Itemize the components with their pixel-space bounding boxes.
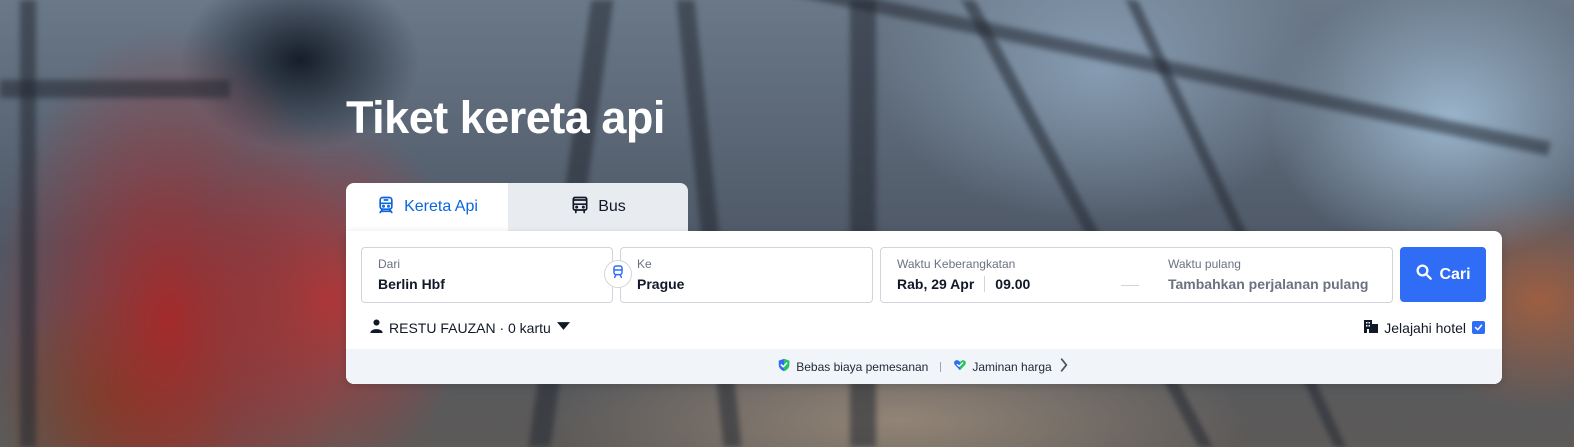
chevron-down-icon: [556, 319, 570, 336]
heart-check-icon: [953, 358, 967, 375]
passenger-label: RESTU FAUZAN · 0 kartu: [389, 319, 551, 336]
bus-icon: [570, 195, 590, 220]
tab-label: Bus: [598, 198, 626, 215]
benefit-label: Bebas biaya pemesanan: [796, 359, 929, 374]
hotel-checkbox[interactable]: [1472, 321, 1485, 334]
hotel-label: Jelajahi hotel: [1384, 319, 1466, 336]
passenger-selector[interactable]: RESTU FAUZAN · 0 kartu: [370, 319, 570, 336]
to-value: Prague: [637, 276, 685, 292]
hotel-icon: [1364, 319, 1379, 336]
departure-label: Waktu Keberangkatan: [897, 257, 1016, 271]
tab-bus[interactable]: Bus: [508, 183, 688, 231]
divider: [984, 276, 986, 292]
search-button-label: Cari: [1439, 265, 1471, 283]
search-card: Dari Berlin Hbf Ke Prague Waktu Keberang…: [346, 231, 1502, 384]
explore-hotel: Jelajahi hotel: [1364, 319, 1485, 336]
return-label: Waktu pulang: [1168, 257, 1241, 271]
chevron-right-icon: [1057, 358, 1071, 375]
to-label: Ke: [637, 257, 652, 271]
date-field: Waktu Keberangkatan Rab, 29 Apr 09.00 Wa…: [880, 247, 1393, 303]
departure-picker[interactable]: Waktu Keberangkatan Rab, 29 Apr 09.00: [897, 257, 1030, 292]
benefit-item: Bebas biaya pemesanan: [777, 358, 928, 375]
page-title: Tiket kereta api: [346, 92, 665, 143]
swap-button[interactable]: [604, 260, 632, 288]
benefits-bar: Bebas biaya pemesanan Jaminan harga: [346, 349, 1502, 384]
return-placeholder: Tambahkan perjalanan pulang: [1168, 276, 1369, 292]
from-label: Dari: [378, 257, 401, 271]
benefit-item[interactable]: Jaminan harga: [953, 358, 1070, 375]
divider: [1121, 285, 1139, 286]
train-swap-icon: [610, 264, 626, 285]
tab-label: Kereta Api: [404, 198, 478, 215]
departure-date: Rab, 29 Apr: [897, 276, 975, 292]
from-field[interactable]: Dari Berlin Hbf: [361, 247, 613, 303]
search-icon: [1415, 263, 1433, 286]
search-button[interactable]: Cari: [1400, 247, 1486, 302]
departure-time: 09.00: [995, 276, 1031, 292]
tab-kereta-api[interactable]: Kereta Api: [346, 183, 508, 231]
from-value: Berlin Hbf: [378, 276, 445, 292]
benefit-label: Jaminan harga: [972, 359, 1052, 374]
transport-tabs: Kereta Api Bus: [346, 183, 688, 231]
to-field[interactable]: Ke Prague: [620, 247, 873, 303]
divider: [940, 361, 942, 372]
train-icon: [376, 195, 396, 220]
shield-check-icon: [777, 358, 791, 375]
return-picker[interactable]: Waktu pulang Tambahkan perjalanan pulang: [1168, 257, 1368, 292]
person-icon: [370, 319, 383, 336]
